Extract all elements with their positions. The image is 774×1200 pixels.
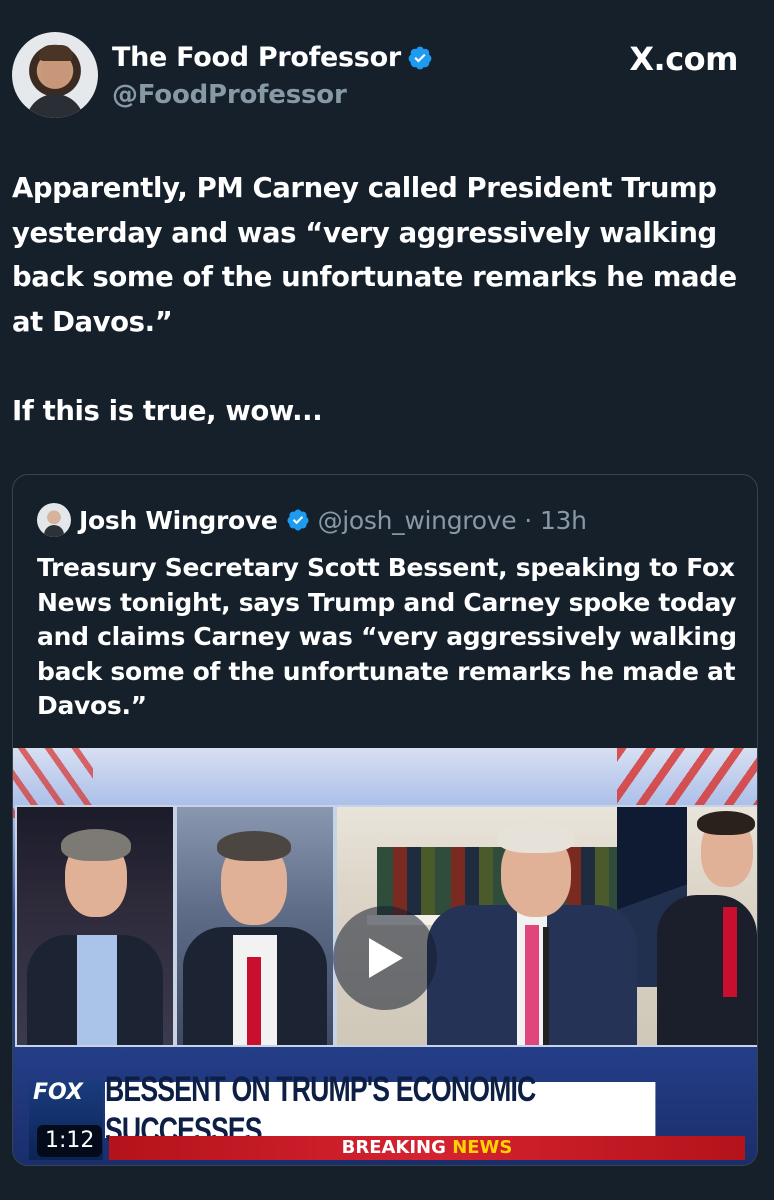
- breaking-news-banner: BREAKING NEWS: [109, 1136, 745, 1160]
- verified-badge-icon: [408, 46, 432, 69]
- chyron-headline: BESSENT ON TRUMP'S ECONOMIC SUCCESSES: [105, 1069, 656, 1150]
- video-player[interactable]: FOX BESSENT ON TRUMP'S ECONOMIC SUCCESSE…: [13, 748, 757, 1165]
- play-button[interactable]: [333, 906, 437, 1010]
- quoted-tweet-card[interactable]: Josh Wingrove @josh_wingrove · 13h Treas…: [12, 474, 758, 1166]
- post-header: The Food Professor @FoodProfessor X.com: [12, 32, 762, 122]
- site-label: X.com: [629, 40, 738, 78]
- play-icon: [369, 938, 403, 978]
- author-name-line: The Food Professor: [112, 42, 433, 73]
- video-duration: 1:12: [37, 1125, 103, 1157]
- author-display-name[interactable]: The Food Professor: [112, 42, 401, 73]
- video-panel-host: [15, 805, 175, 1047]
- verified-badge-icon: [287, 509, 309, 531]
- quoted-author-name[interactable]: Josh Wingrove: [79, 506, 278, 535]
- quoted-author-handle[interactable]: @josh_wingrove: [318, 506, 517, 535]
- quoted-tweet-header: Josh Wingrove @josh_wingrove · 13h: [37, 503, 587, 537]
- meta-separator: ·: [524, 505, 532, 535]
- banner-breaking: BREAKING: [341, 1137, 446, 1158]
- banner-news: NEWS: [452, 1137, 513, 1158]
- author-avatar[interactable]: [12, 32, 98, 118]
- quoted-tweet-time[interactable]: 13h: [540, 506, 587, 535]
- tweet-text: Apparently, PM Carney called President T…: [12, 172, 737, 427]
- quoted-author-avatar[interactable]: [37, 503, 71, 537]
- news-ticker: FOX BESSENT ON TRUMP'S ECONOMIC SUCCESSE…: [13, 1069, 757, 1165]
- quoted-tweet-text: Treasury Secretary Scott Bessent, speaki…: [37, 553, 737, 720]
- video-panel-guest: [175, 805, 335, 1047]
- author-handle[interactable]: @FoodProfessor: [112, 80, 347, 110]
